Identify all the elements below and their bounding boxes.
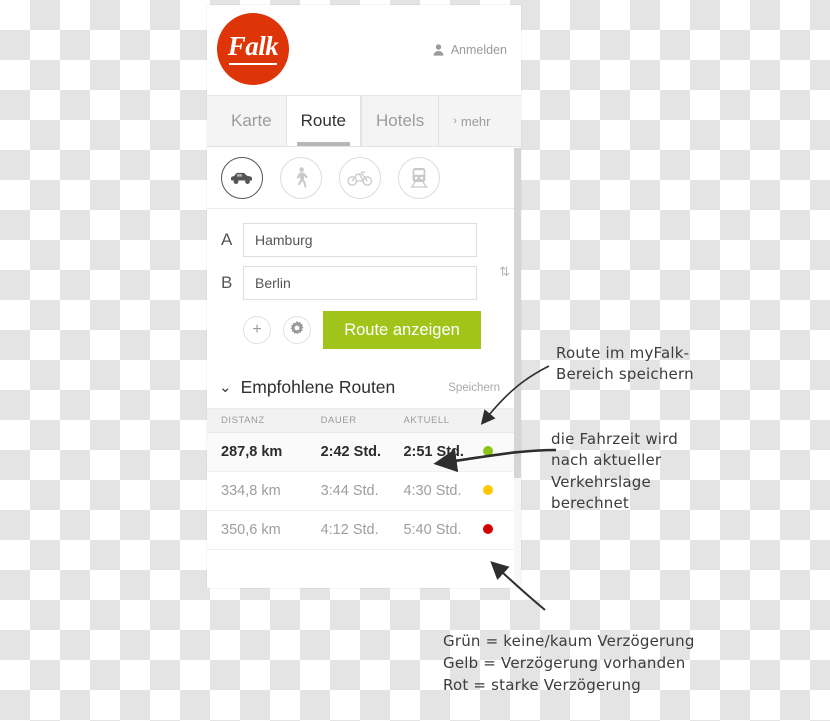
route-current-duration: 2:51 Std.: [403, 432, 484, 472]
route-current-duration: 5:40 Std.: [403, 510, 484, 550]
chevron-down-icon[interactable]: ⌄: [219, 380, 232, 395]
table-row[interactable]: 287,8 km 2:42 Std. 2:51 Std.: [207, 432, 514, 472]
status-dot-green: [483, 446, 494, 456]
tab-hotels[interactable]: Hotels: [361, 96, 438, 146]
status-dot-red: [483, 524, 494, 534]
annotation-legend-note: Grün = keine/kaum Verzögerung Gelb = Ver…: [443, 632, 695, 695]
start-input[interactable]: Hamburg: [243, 223, 477, 257]
mode-bike-button[interactable]: [339, 156, 381, 199]
card-header: Falk Anmelden: [207, 5, 521, 95]
destination-field-row: B Berlin: [221, 266, 507, 300]
tab-mehr-label: mehr: [460, 113, 491, 129]
scrollbar-thumb[interactable]: [514, 148, 521, 478]
login-button[interactable]: Anmelden: [433, 43, 507, 57]
tab-route-label: Route: [300, 111, 347, 130]
start-field-row: A Hamburg: [221, 223, 507, 257]
pedestrian-icon: [294, 166, 308, 189]
bicycle-icon: [347, 170, 373, 186]
routes-table: DISTANZ DAUER AKTUELL 287,8 km 2:42 Std.…: [207, 408, 514, 550]
annotation-time-note: die Fahrzeit wird nach aktueller Verkehr…: [551, 430, 678, 512]
route-settings-button[interactable]: [283, 316, 311, 344]
recommended-routes-title: Empfohlene Routen: [240, 377, 396, 397]
falk-logo[interactable]: Falk: [217, 13, 289, 85]
annotation-save-note: Route im myFalk- Bereich speichern: [556, 344, 694, 384]
route-current-duration: 4:30 Std.: [403, 471, 484, 511]
status-dot-yellow: [483, 485, 494, 495]
recommended-routes-header: ⌄ Empfohlene Routen Speichern: [207, 365, 514, 408]
falk-route-planner-card: Falk Anmelden Karte Route Hotels › mehr: [207, 5, 521, 588]
route-distance: 287,8 km: [207, 432, 321, 472]
routes-table-header-row: DISTANZ DAUER AKTUELL: [207, 408, 514, 433]
swap-icon[interactable]: ⇅: [499, 264, 510, 280]
tab-route[interactable]: Route: [285, 96, 362, 146]
recommended-routes-section: ⌄ Empfohlene Routen Speichern DISTANZ DA…: [207, 365, 521, 550]
route-distance: 350,6 km: [207, 510, 321, 550]
destination-input[interactable]: Berlin: [243, 266, 477, 300]
table-row[interactable]: 334,8 km 3:44 Std. 4:30 Std.: [207, 471, 514, 511]
mode-transit-button[interactable]: [398, 156, 440, 199]
falk-logo-text: Falk: [227, 31, 279, 61]
save-route-link[interactable]: Speichern: [448, 382, 500, 394]
chevron-right-icon: ›: [453, 115, 457, 127]
car-icon: [230, 171, 254, 185]
add-waypoint-button[interactable]: +: [243, 316, 271, 344]
start-letter: A: [221, 230, 233, 249]
route-duration: 2:42 Std.: [320, 432, 404, 472]
mode-car-button[interactable]: [221, 156, 263, 199]
route-status-cell: [483, 432, 514, 472]
column-header-distanz: DISTANZ: [207, 408, 321, 433]
form-action-row: + Route anzeigen: [221, 311, 507, 349]
show-route-button[interactable]: Route anzeigen: [323, 311, 481, 349]
person-icon: [433, 44, 444, 56]
tab-bar: Karte Route Hotels › mehr: [207, 95, 521, 147]
train-icon: [410, 167, 428, 189]
route-status-cell: [483, 471, 514, 511]
route-form: A Hamburg B Berlin ⇅ + Route anzeigen: [207, 209, 521, 365]
route-duration: 3:44 Std.: [320, 471, 404, 511]
route-status-cell: [483, 510, 514, 550]
column-header-aktuell: AKTUELL: [403, 408, 484, 433]
table-row[interactable]: 350,6 km 4:12 Std. 5:40 Std.: [207, 510, 514, 550]
route-duration: 4:12 Std.: [320, 510, 404, 550]
login-label: Anmelden: [450, 43, 507, 57]
tab-hotels-label: Hotels: [376, 111, 425, 130]
destination-letter: B: [221, 273, 233, 292]
gear-icon: [290, 320, 304, 340]
route-distance: 334,8 km: [207, 471, 321, 511]
column-header-status: [483, 408, 514, 433]
falk-logo-underline: [229, 63, 277, 65]
transport-mode-row: [207, 147, 521, 209]
tab-karte[interactable]: Karte: [217, 96, 286, 146]
mode-walk-button[interactable]: [280, 156, 322, 199]
column-header-dauer: DAUER: [320, 408, 404, 433]
tab-karte-label: Karte: [231, 111, 272, 130]
tab-mehr[interactable]: › mehr: [438, 96, 504, 146]
